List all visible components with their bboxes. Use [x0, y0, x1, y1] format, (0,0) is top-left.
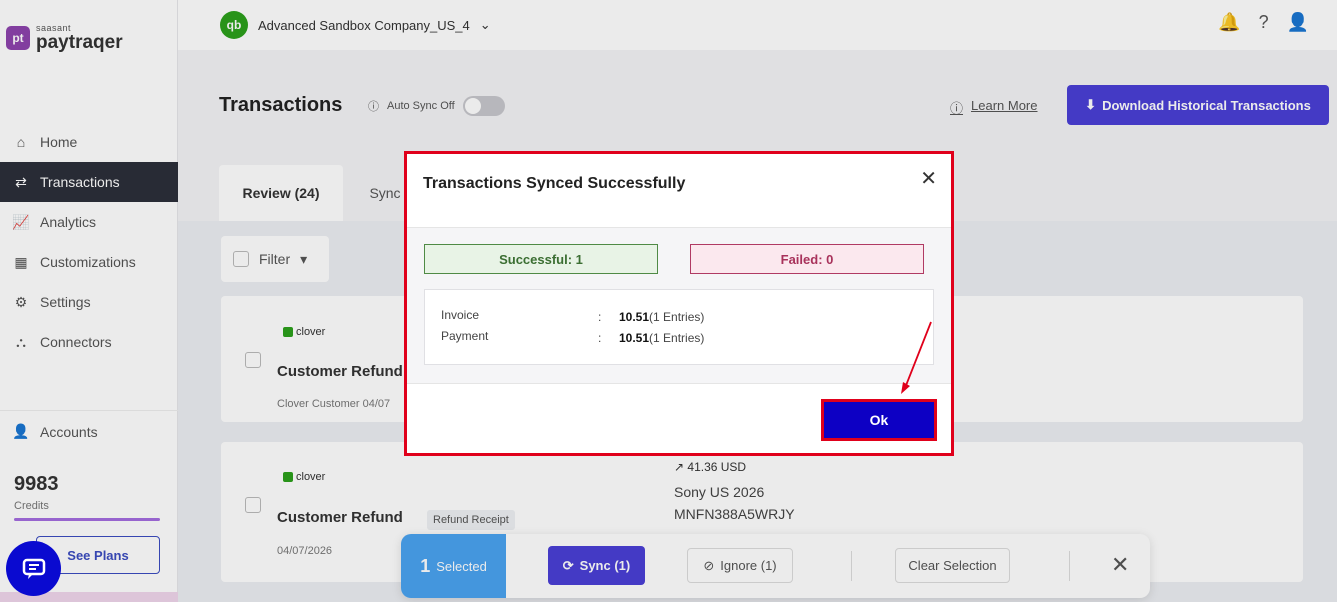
- entry-value: 10.51: [619, 331, 650, 345]
- chat-button[interactable]: [6, 541, 61, 596]
- successful-count: Successful: 1: [424, 244, 658, 274]
- sync-result-dialog: Transactions Synced Successfully ✕ Succe…: [404, 151, 954, 456]
- dialog-title: Transactions Synced Successfully: [423, 175, 686, 192]
- entries-summary: Invoice : 10.51(1 Entries) Payment : 10.…: [424, 289, 934, 365]
- entry-row: Invoice : 10.51(1 Entries): [441, 308, 921, 326]
- dialog-header: Transactions Synced Successfully ✕: [407, 154, 951, 228]
- dialog-body: Successful: 1 Failed: 0 Invoice : 10.51(…: [407, 228, 951, 384]
- entry-label: Payment: [441, 329, 489, 343]
- chat-icon: [22, 558, 45, 579]
- entry-row: Payment : 10.51(1 Entries): [441, 329, 921, 347]
- failed-count: Failed: 0: [690, 244, 924, 274]
- entry-count: (1 Entries): [649, 331, 705, 345]
- entry-label: Invoice: [441, 308, 480, 322]
- entry-colon: :: [598, 310, 602, 324]
- annotation-arrow-icon: [901, 321, 932, 394]
- close-icon[interactable]: ✕: [920, 166, 937, 191]
- entry-count: (1 Entries): [649, 310, 705, 324]
- entry-value: 10.51: [619, 310, 650, 324]
- entry-colon: :: [598, 331, 602, 345]
- ok-button[interactable]: Ok: [821, 399, 937, 441]
